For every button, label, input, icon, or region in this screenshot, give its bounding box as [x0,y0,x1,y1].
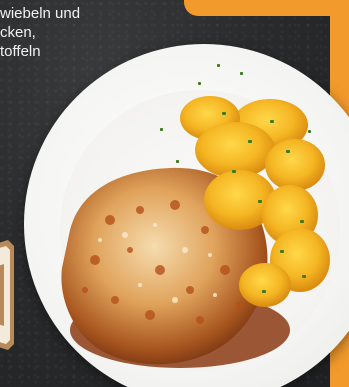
caption-line-1: wiebeln und [0,5,81,22]
dish-description: wiebeln und cken, toffeln [0,4,175,61]
caption-line-2: cken, [0,24,36,41]
label-badge-icon [0,240,14,350]
promo-card: wiebeln und cken, toffeln [0,0,349,387]
caption-line-3: toffeln [0,43,41,60]
